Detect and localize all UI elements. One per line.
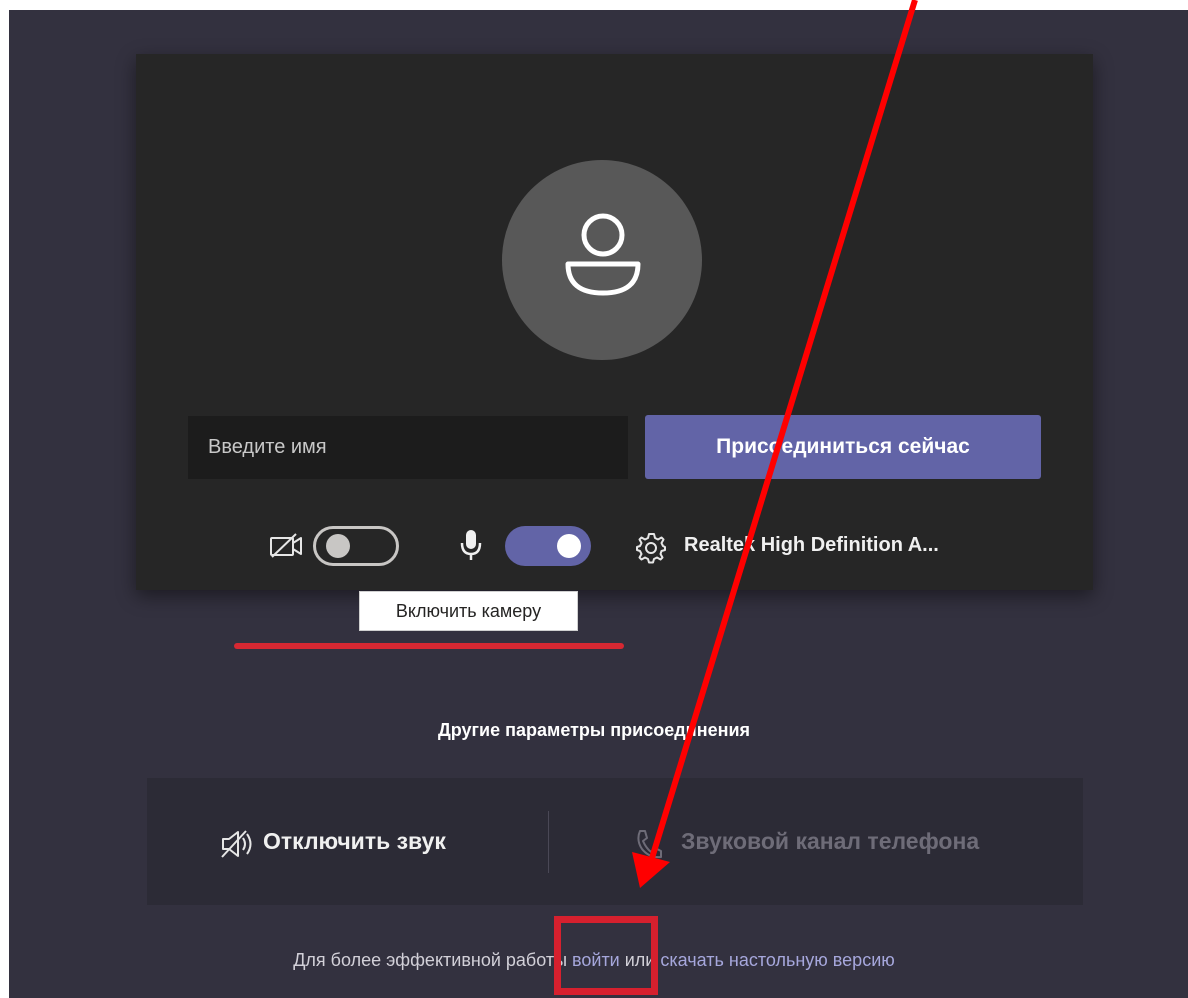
- other-join-options-title: Другие параметры присоединения: [437, 720, 751, 740]
- gear-icon[interactable]: [634, 531, 668, 565]
- name-input[interactable]: [188, 416, 628, 479]
- microphone-toggle-knob: [557, 534, 581, 558]
- footer-prefix: Для более эффективной работы: [293, 950, 573, 970]
- download-desktop-link[interactable]: скачать настольную версию: [660, 950, 894, 970]
- camera-tooltip: Включить камеру: [359, 591, 578, 631]
- audio-device-selector[interactable]: Realtek High Definition A...: [684, 534, 939, 557]
- microphone-toggle[interactable]: [505, 526, 591, 566]
- sign-in-link[interactable]: войти: [572, 950, 620, 970]
- footer-text: Для более эффективной работы войти или с…: [0, 950, 1188, 971]
- join-now-button[interactable]: Присоединиться сейчас: [645, 415, 1041, 479]
- user-avatar-icon: [565, 213, 641, 296]
- camera-toggle-knob: [326, 534, 350, 558]
- footer-middle: или: [619, 950, 661, 970]
- options-divider: [548, 811, 549, 873]
- phone-audio-option[interactable]: Звуковой канал телефона: [681, 828, 979, 855]
- annotation-underline: [234, 643, 624, 649]
- mute-audio-option[interactable]: Отключить звук: [263, 828, 446, 855]
- avatar: [502, 160, 702, 360]
- microphone-icon[interactable]: [458, 528, 484, 562]
- camera-toggle[interactable]: [313, 526, 399, 566]
- phone-icon: [637, 830, 662, 859]
- camera-off-icon[interactable]: [269, 532, 305, 560]
- speaker-muted-icon[interactable]: [219, 828, 259, 860]
